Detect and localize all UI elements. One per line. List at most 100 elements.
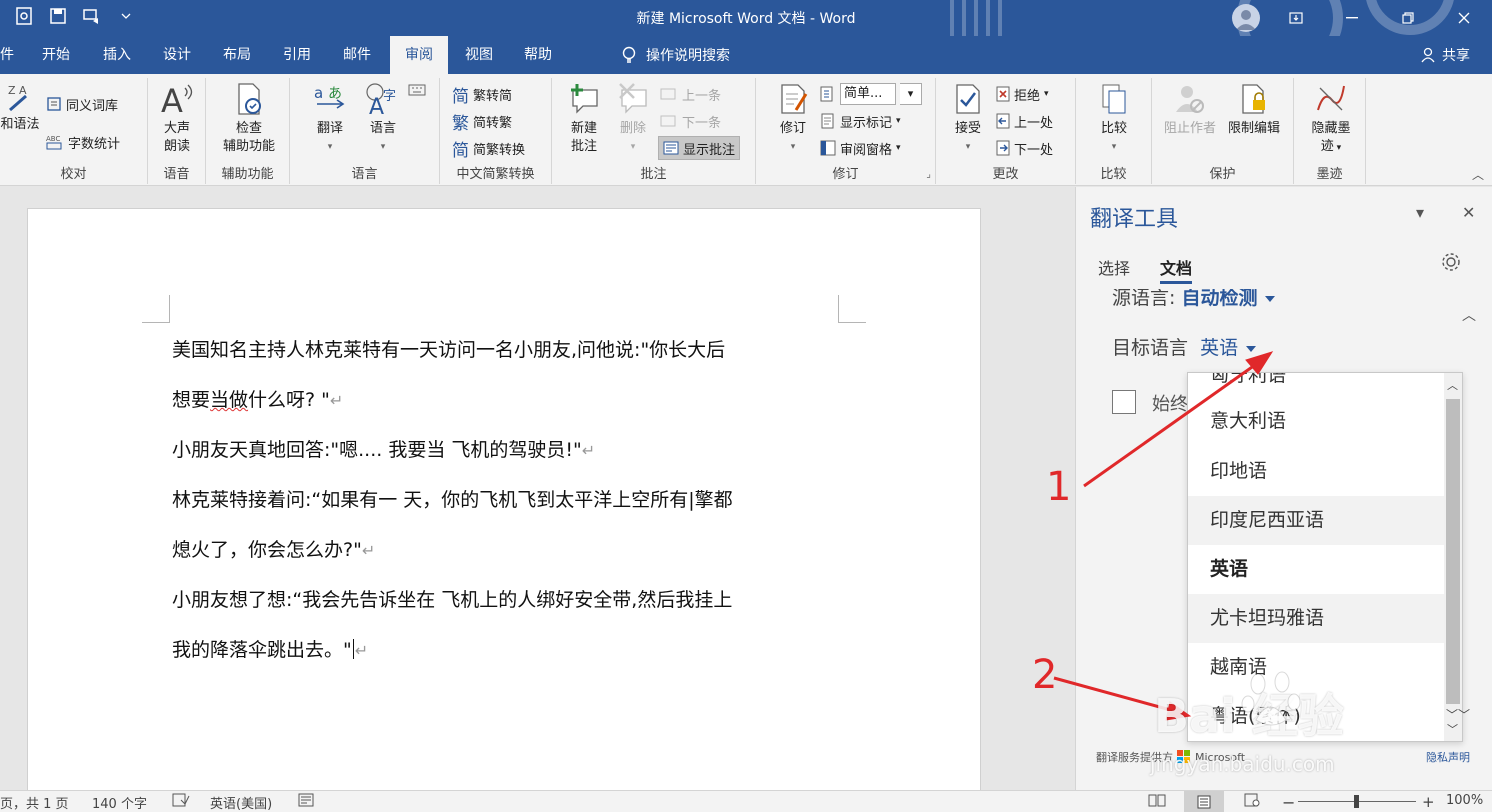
- next-change-button[interactable]: 下一处: [996, 136, 1053, 160]
- gear-icon[interactable]: [1440, 251, 1462, 273]
- close-icon[interactable]: [1436, 0, 1492, 36]
- macro-icon[interactable]: [298, 793, 314, 807]
- document-body[interactable]: 美国知名主持人林克莱特有一天访问一名小朋友,问他说:"你长大后 想要当做什么呀?…: [172, 325, 862, 675]
- restrict-editing-button[interactable]: 限制编辑: [1222, 82, 1286, 138]
- tab-file[interactable]: 件: [0, 36, 14, 74]
- text-line[interactable]: 美国知名主持人林克莱特有一天访问一名小朋友,问他说:"你长大后: [172, 325, 862, 375]
- text-line[interactable]: 我的降落伞跳出去。" ↵: [172, 625, 862, 675]
- compare-button[interactable]: 比较 ▾: [1090, 82, 1138, 156]
- source-language-value[interactable]: 自动检测: [1181, 289, 1257, 309]
- delete-dropdown-icon[interactable]: ▾: [610, 138, 656, 156]
- target-language-row[interactable]: 目标语言 英语: [1112, 333, 1257, 360]
- language-option[interactable]: 越南语: [1188, 643, 1444, 692]
- next-comment-button[interactable]: 下一条: [660, 109, 721, 133]
- customize-qat-icon[interactable]: [116, 6, 136, 26]
- pane-options-icon[interactable]: ▾: [1416, 203, 1424, 222]
- target-language-value[interactable]: 英语: [1200, 337, 1238, 359]
- translate-button[interactable]: aあ 翻译 ▾: [304, 82, 356, 156]
- to-simplified-button[interactable]: 简 繁转简: [452, 82, 512, 107]
- tab-review[interactable]: 审阅: [390, 36, 448, 74]
- text-line[interactable]: 想要当做什么呀? "↵: [172, 375, 862, 425]
- markup-select-chevron-icon[interactable]: ▾: [900, 83, 922, 105]
- pane-tab-document[interactable]: 文档: [1160, 255, 1193, 284]
- hide-ink-button[interactable]: 隐藏墨 迹 ▾: [1304, 82, 1358, 157]
- hide-ink-dropdown-icon[interactable]: ▾: [1334, 143, 1342, 153]
- tab-mailings[interactable]: 邮件: [332, 36, 382, 74]
- read-aloud-button[interactable]: A 大声 朗读: [152, 82, 202, 156]
- language-option[interactable]: 尤卡坦玛雅语: [1188, 594, 1444, 643]
- language-option[interactable]: 印度尼西亚语: [1188, 496, 1444, 545]
- dropdown-scrollbar[interactable]: ︿ ﹀: [1444, 373, 1462, 741]
- zoom-in-icon[interactable]: +: [1422, 793, 1435, 811]
- new-comment-button[interactable]: 新建 批注: [560, 82, 608, 156]
- track-changes-button[interactable]: 修订 ▾: [770, 82, 816, 156]
- print-layout-icon[interactable]: [1184, 791, 1224, 812]
- tab-insert[interactable]: 插入: [92, 36, 142, 74]
- check-accessibility-button[interactable]: 检查 辅助功能: [216, 82, 282, 156]
- spelling-button[interactable]: Z A 和语法: [0, 82, 44, 134]
- markup-select-value[interactable]: 简单...: [840, 83, 896, 105]
- previous-comment-button[interactable]: 上一条: [660, 82, 721, 106]
- proofing-status-icon[interactable]: [172, 793, 190, 807]
- save-icon[interactable]: [48, 6, 68, 26]
- chinese-convert-button[interactable]: 简 简繁转换: [452, 136, 525, 161]
- tab-layout[interactable]: 布局: [212, 36, 262, 74]
- markup-select[interactable]: 简单... ▾: [820, 82, 922, 106]
- minimize-icon[interactable]: [1324, 0, 1380, 36]
- zoom-out-icon[interactable]: −: [1282, 793, 1295, 812]
- reviewing-pane-dropdown-icon[interactable]: ▾: [896, 143, 901, 153]
- tab-help[interactable]: 帮助: [512, 36, 564, 74]
- web-layout-icon[interactable]: [1244, 793, 1260, 807]
- document-page[interactable]: 美国知名主持人林克莱特有一天访问一名小朋友,问他说:"你长大后 想要当做什么呀?…: [27, 208, 981, 790]
- accept-button[interactable]: 接受 ▾: [948, 82, 988, 156]
- language-option[interactable]: 粤语(繁体): [1188, 692, 1444, 741]
- text-line[interactable]: 小朋友天真地回答:"嗯.... 我要当 飞机的驾驶员!"↵: [172, 425, 862, 475]
- track-changes-dropdown-icon[interactable]: ▾: [770, 138, 816, 156]
- language-dropdown-icon[interactable]: ▾: [356, 138, 410, 156]
- ribbon-display-options-icon[interactable]: [1268, 0, 1324, 36]
- show-comments-button[interactable]: 显示批注: [658, 136, 741, 160]
- tab-references[interactable]: 引用: [272, 36, 322, 74]
- word-count[interactable]: 140 个字: [92, 793, 147, 812]
- language-option[interactable]: 匈牙利语: [1188, 373, 1444, 400]
- thesaurus-button[interactable]: 同义词库: [46, 92, 118, 116]
- dropdown-scroll-up-icon[interactable]: ︿: [1447, 377, 1458, 393]
- always-translate-checkbox[interactable]: [1112, 390, 1136, 414]
- zoom-level[interactable]: 100%: [1446, 793, 1483, 808]
- reviewing-pane-button[interactable]: 审阅窗格 ▾: [820, 136, 901, 160]
- page-count[interactable]: 页，共 1 页: [0, 793, 69, 812]
- tell-me-search[interactable]: 操作说明搜索: [622, 45, 730, 65]
- language-option[interactable]: 印地语: [1188, 447, 1444, 496]
- collapse-ribbon-icon[interactable]: ︿: [1472, 166, 1484, 183]
- tracking-dialog-launcher-icon[interactable]: ⌟: [926, 169, 931, 180]
- translate-dropdown-icon[interactable]: ▾: [304, 138, 356, 156]
- accept-dropdown-icon[interactable]: ▾: [948, 138, 988, 156]
- user-avatar[interactable]: [1232, 4, 1260, 32]
- touch-mode-icon[interactable]: [14, 6, 34, 26]
- language-status[interactable]: 英语(美国): [210, 793, 272, 812]
- read-mode-icon[interactable]: [1148, 793, 1166, 807]
- text-line[interactable]: 小朋友想了想:“我会先告诉坐在 飞机上的人绑好安全带,然后我挂上: [172, 575, 862, 625]
- tab-view[interactable]: 视图: [454, 36, 504, 74]
- tab-home[interactable]: 开始: [30, 36, 82, 74]
- reject-button[interactable]: 拒绝 ▾: [996, 82, 1049, 106]
- document-area[interactable]: 美国知名主持人林克莱特有一天访问一名小朋友,问他说:"你长大后 想要当做什么呀?…: [0, 187, 1074, 790]
- restore-icon[interactable]: [1380, 0, 1436, 36]
- word-count-button[interactable]: ABC 字数统计: [46, 130, 120, 154]
- target-language-dropdown[interactable]: 匈牙利语 意大利语 印地语 印度尼西亚语 英语 尤卡坦玛雅语 越南语 粤语(繁体…: [1187, 372, 1463, 742]
- reject-dropdown-icon[interactable]: ▾: [1044, 89, 1049, 99]
- source-dropdown-icon[interactable]: [1265, 295, 1276, 302]
- source-language-row[interactable]: 源语言: 自动检测: [1112, 289, 1276, 310]
- dropdown-scroll-down-icon[interactable]: ﹀: [1447, 721, 1458, 737]
- pane-tab-selection[interactable]: 选择: [1098, 255, 1130, 279]
- text-line[interactable]: 林克莱特接着问:“如果有一 天，你的飞机飞到太平洋上空所有|擎都: [172, 475, 862, 525]
- pane-scroll-down-icon[interactable]: ﹀﹀: [1446, 706, 1470, 723]
- tab-design[interactable]: 设计: [152, 36, 202, 74]
- show-markup-dropdown-icon[interactable]: ▾: [896, 116, 901, 126]
- block-authors-button[interactable]: 阻止作者: [1160, 82, 1220, 138]
- to-traditional-button[interactable]: 繁 简转繁: [452, 109, 512, 134]
- delete-comment-button[interactable]: 删除 ▾: [610, 82, 656, 156]
- pane-close-icon[interactable]: ✕: [1462, 203, 1475, 222]
- target-dropdown-icon[interactable]: [1246, 345, 1257, 352]
- share-button[interactable]: 共享: [1420, 45, 1470, 65]
